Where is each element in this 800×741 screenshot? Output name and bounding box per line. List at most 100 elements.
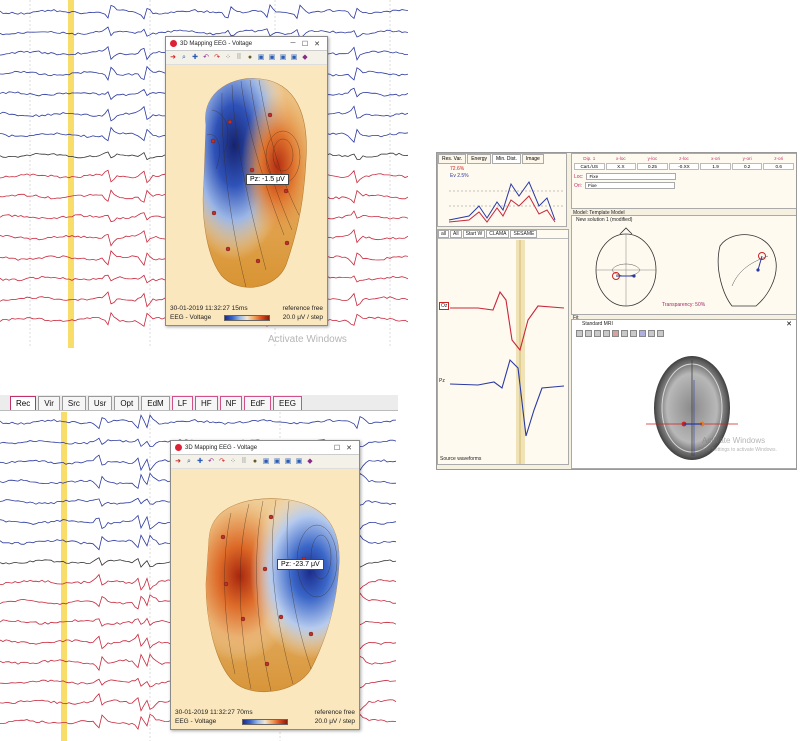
mri-tool-icon[interactable]	[648, 330, 655, 337]
activate-windows-sub-c: Go to Settings to activate Windows.	[698, 447, 777, 453]
time-cursor[interactable]	[68, 0, 74, 348]
tab-opt[interactable]: Opt	[114, 396, 140, 410]
grid-icon[interactable]: ⠿	[240, 458, 248, 466]
map-window-a-footer: 30-01-2019 11:32:27 15ms reference free …	[170, 304, 323, 322]
move-tool-icon[interactable]: ✚	[191, 54, 199, 62]
mri-toolbar	[576, 330, 664, 337]
map-a-reference: reference free	[282, 305, 323, 312]
color-palette-icon[interactable]: ◆	[301, 54, 309, 62]
view-front-icon[interactable]: ▣	[257, 54, 265, 62]
mri-tool-icon[interactable]	[585, 330, 592, 337]
mri-tool-icon[interactable]	[603, 330, 610, 337]
dipole-param-value[interactable]: -0.XX	[668, 163, 700, 170]
pz-value-label-a: Pz: -1.5 μV	[246, 174, 289, 185]
color-scale-bar-b	[242, 718, 289, 725]
residual-variance-graph	[448, 180, 563, 223]
dipole-param-label: y-loc	[647, 156, 658, 161]
arrow-tool-icon[interactable]: ➜	[169, 54, 177, 62]
electrode-icon[interactable]: ⁘	[229, 458, 237, 466]
rotate-left-icon[interactable]: ↶	[202, 54, 210, 62]
maximize-icon[interactable]: ☐	[331, 444, 343, 452]
rotate-right-icon[interactable]: ↷	[213, 54, 221, 62]
minimize-icon[interactable]: ─	[287, 40, 299, 47]
map-window-b-titlebar[interactable]: 3D Mapping EEG - Voltage ☐ ✕	[171, 441, 359, 455]
view-left-icon[interactable]: ▣	[284, 458, 292, 466]
close-icon[interactable]: ✕	[311, 40, 323, 48]
tab-eeg[interactable]: EEG	[273, 396, 302, 410]
source-waveforms-label: Source waveforms	[440, 456, 482, 462]
arrow-tool-icon[interactable]: ➜	[174, 458, 182, 466]
dipole-param-value[interactable]: X.X	[605, 163, 637, 170]
dipole-param-value[interactable]: 0.25	[637, 163, 668, 170]
mri-tool-icon[interactable]	[639, 330, 646, 337]
analysis-tab[interactable]: Image	[521, 154, 544, 164]
zoom-tool-icon[interactable]: ⌕	[185, 458, 193, 466]
head-overlay-box: New solution 1 (modified) Transparency: …	[571, 215, 797, 315]
tab-rec[interactable]: Rec	[10, 396, 37, 410]
dipole-param-value[interactable]: 1.9	[700, 163, 731, 170]
close-icon[interactable]: ✕	[343, 444, 355, 452]
map-window-a-toolbar: ➜ ⌕ ✚ ↶ ↷ ⁘ ⠿ ● ▣ ▣ ▣ ▣ ◆	[166, 51, 327, 65]
move-tool-icon[interactable]: ✚	[196, 458, 204, 466]
tab-src[interactable]: Src	[61, 396, 86, 410]
map-window-a-titlebar[interactable]: 3D Mapping EEG - Voltage ─ ☐ ✕	[166, 37, 327, 51]
waveform-toolbar-item[interactable]: CLAMA	[486, 230, 510, 238]
dipole-param-value[interactable]: Cart./US	[574, 163, 605, 170]
tab-lf[interactable]: LF	[171, 396, 194, 410]
activate-windows-watermark-c: Activate Windows	[702, 436, 766, 445]
mri-tool-icon[interactable]	[630, 330, 637, 337]
view-back-icon[interactable]: ▣	[273, 458, 281, 466]
tab-nf[interactable]: NF	[219, 396, 243, 410]
zoom-tool-icon[interactable]: ⌕	[180, 54, 188, 62]
analysis-tab[interactable]: Res. Var.	[438, 154, 467, 164]
turtle-icon[interactable]: ●	[246, 54, 254, 62]
color-palette-icon[interactable]: ◆	[306, 458, 314, 466]
eeg-channel-trace	[0, 3, 408, 20]
mri-box: Standard MRI ✕ Activate Windows Go to Se…	[571, 319, 796, 469]
source-waveform-plot[interactable]	[438, 240, 568, 465]
mri-tool-icon[interactable]	[612, 330, 619, 337]
rotate-right-icon[interactable]: ↷	[218, 458, 226, 466]
ori-label: Ori:	[574, 182, 583, 189]
time-cursor[interactable]	[61, 412, 67, 741]
analysis-tab[interactable]: Energy	[467, 154, 492, 164]
waveform-toolbar-item[interactable]: SESAME	[510, 230, 538, 238]
grid-icon[interactable]: ⠿	[235, 54, 243, 62]
dipole-param-value[interactable]: 0.6	[763, 163, 794, 170]
close-icon[interactable]: ✕	[786, 320, 792, 328]
dipole-head-views[interactable]	[572, 226, 797, 314]
tab-edm[interactable]: EdM	[141, 396, 170, 410]
tab-usr[interactable]: Usr	[87, 396, 113, 410]
waveform-toolbar-item[interactable]: All	[450, 230, 462, 238]
view-front-icon[interactable]: ▣	[262, 458, 270, 466]
view-back-icon[interactable]: ▣	[268, 54, 276, 62]
turtle-icon[interactable]: ●	[251, 458, 259, 466]
tab-edf[interactable]: EdF	[244, 396, 272, 410]
view-right-icon[interactable]: ▣	[290, 54, 298, 62]
mri-tool-icon[interactable]	[576, 330, 583, 337]
map-window-a[interactable]: 3D Mapping EEG - Voltage ─ ☐ ✕ ➜ ⌕ ✚ ↶ ↷…	[165, 36, 328, 326]
maximize-icon[interactable]: ☐	[299, 40, 311, 48]
dipole-param-value[interactable]: 0.2	[731, 163, 763, 170]
view-left-icon[interactable]: ▣	[279, 54, 287, 62]
view-right-icon[interactable]: ▣	[295, 458, 303, 466]
mri-tool-icon[interactable]	[594, 330, 601, 337]
head-map-a[interactable]	[166, 65, 329, 310]
dipole-param-label: x-ori	[711, 156, 721, 161]
head-map-b[interactable]	[171, 469, 361, 709]
waveform-toolbar-item[interactable]: all	[438, 230, 450, 238]
map-b-step: 20.0 μV / step	[314, 718, 355, 725]
analysis-tab[interactable]: Min. Dist.	[492, 154, 521, 164]
tab-vir[interactable]: Vir	[38, 396, 60, 410]
map-window-b[interactable]: 3D Mapping EEG - Voltage ☐ ✕ ➜ ⌕ ✚ ↶ ↷ ⁘…	[170, 440, 360, 730]
solution-label: New solution 1 (modified)	[576, 217, 633, 223]
ori-select[interactable]: Fixe	[585, 182, 676, 189]
rotate-left-icon[interactable]: ↶	[207, 458, 215, 466]
mri-tool-icon[interactable]	[657, 330, 664, 337]
loc-select[interactable]: Fixe	[586, 173, 677, 180]
tab-hf[interactable]: HF	[195, 396, 218, 410]
waveform-toolbar-item[interactable]: Start W	[462, 230, 486, 238]
electrode-icon[interactable]: ⁘	[224, 54, 232, 62]
mri-tool-icon[interactable]	[621, 330, 628, 337]
dipole-parameter-box: Dip. 1 x-loc y-loc z-loc x-ori y-ori z-ori Car…	[571, 153, 796, 209]
